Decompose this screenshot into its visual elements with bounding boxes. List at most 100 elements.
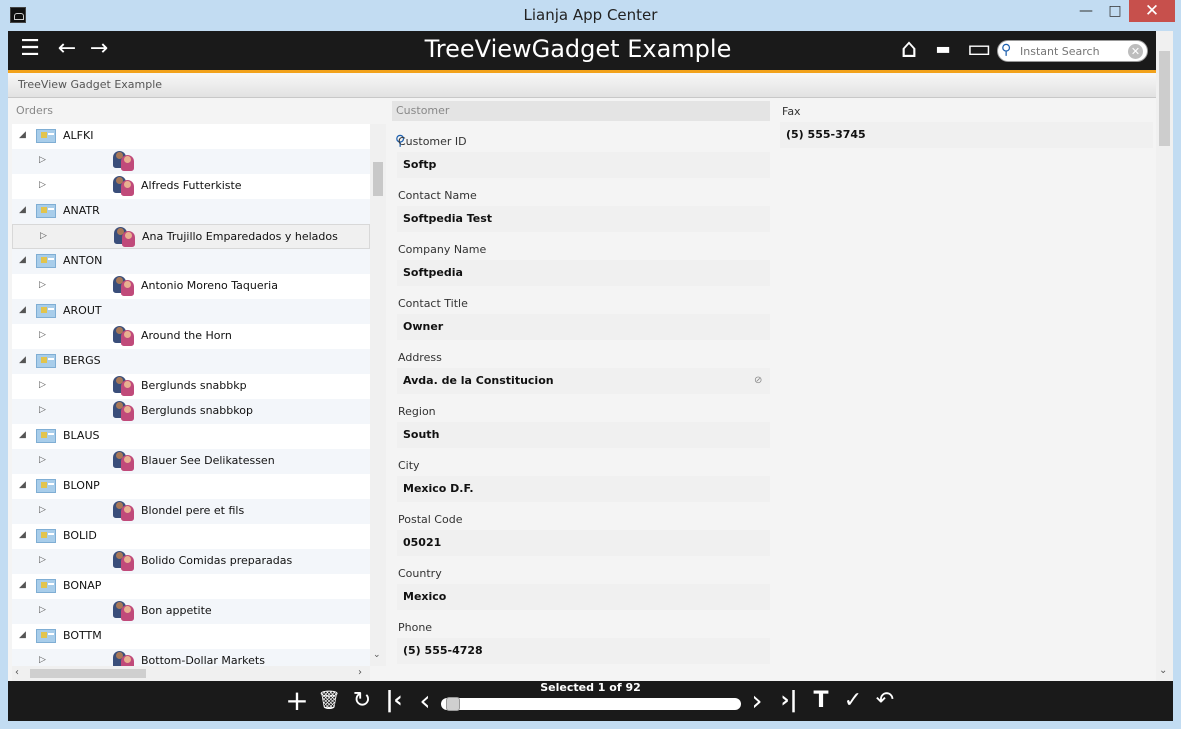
expand-arrow-icon[interactable]: ▷ (40, 231, 47, 241)
collapse-arrow-icon[interactable]: ◢ (19, 255, 26, 265)
field-value[interactable]: South (397, 422, 770, 448)
tree-child-row[interactable]: ▷ Bolido Comidas preparadas (12, 549, 370, 574)
tree-child-row[interactable]: ▷ Ana Trujillo Emparedados y helados (12, 224, 370, 249)
fax-value[interactable]: (5) 555-3745 (780, 122, 1153, 148)
collapse-arrow-icon[interactable]: ◢ (19, 130, 26, 140)
main-vertical-scrollbar[interactable]: ⌄ (1156, 31, 1173, 681)
collapse-arrow-icon[interactable]: ◢ (19, 430, 26, 440)
tree-hscroll-thumb[interactable] (30, 669, 146, 678)
add-icon[interactable]: + (283, 681, 311, 721)
first-record-icon[interactable]: |‹ (381, 681, 407, 721)
tree-horizontal-scrollbar[interactable]: ‹ › (12, 666, 370, 681)
collapse-arrow-icon[interactable]: ◢ (19, 355, 26, 365)
collapse-arrow-icon[interactable]: ◢ (19, 530, 26, 540)
tree-child-row[interactable]: ▷ (12, 149, 370, 174)
expand-arrow-icon[interactable]: ▷ (39, 555, 46, 565)
display-icon[interactable]: ▭ (964, 31, 994, 67)
tree-row-label: ANATR (63, 204, 100, 217)
tree-group-row[interactable]: ◢ ANTON (12, 249, 370, 274)
customer-card-icon (36, 479, 56, 493)
expand-arrow-icon[interactable]: ▷ (39, 280, 46, 290)
next-record-icon[interactable]: › (744, 681, 770, 721)
field-value[interactable]: (5) 555-4728 (397, 638, 770, 664)
maximize-button[interactable]: □ (1101, 0, 1129, 22)
tree-child-row[interactable]: ▷ Berglunds snabbkp (12, 374, 370, 399)
expand-arrow-icon[interactable]: ▷ (39, 180, 46, 190)
tree-child-row[interactable]: ▷ Bon appetite (12, 599, 370, 624)
tree-child-row[interactable]: ▷ Antonio Moreno Taqueria (12, 274, 370, 299)
tree-child-row[interactable]: ▷ Berglunds snabbkop (12, 399, 370, 424)
expand-arrow-icon[interactable]: ▷ (39, 605, 46, 615)
tree-group-row[interactable]: ◢ ANATR (12, 199, 370, 224)
collapse-arrow-icon[interactable]: ◢ (19, 205, 26, 215)
tree-group-row[interactable]: ◢ ALFKI (12, 124, 370, 149)
tree-group-row[interactable]: ◢ BONAP (12, 574, 370, 599)
minimize-button[interactable]: — (1071, 0, 1101, 22)
tree-group-row[interactable]: ◢ BOLID (12, 524, 370, 549)
field-value[interactable]: Mexico (397, 584, 770, 610)
field-value[interactable]: Softp (397, 152, 770, 178)
close-button[interactable]: ✕ (1129, 0, 1175, 22)
tree-row-label: ALFKI (63, 129, 94, 142)
collapse-arrow-icon[interactable]: ◢ (19, 580, 26, 590)
map-icon[interactable]: ⊘ (754, 375, 762, 386)
scroll-left-icon[interactable]: ‹ (15, 667, 19, 678)
last-record-icon[interactable]: ›| (776, 681, 802, 721)
collapse-arrow-icon[interactable]: ◢ (19, 480, 26, 490)
field-value[interactable]: Avda. de la Constitucion (397, 368, 770, 394)
expand-arrow-icon[interactable]: ▷ (39, 405, 46, 415)
main-scroll-down-icon[interactable]: ⌄ (1159, 665, 1167, 676)
notes-icon[interactable]: ▬ (929, 31, 957, 67)
home-icon[interactable]: ⌂ (895, 31, 923, 67)
previous-record-icon[interactable]: ‹ (412, 681, 438, 721)
record-position-slider[interactable] (441, 698, 741, 710)
tree-child-row[interactable]: ▷ Blauer See Delikatessen (12, 449, 370, 474)
tree-group-row[interactable]: ◢ BLAUS (12, 424, 370, 449)
tree-child-row[interactable]: ▷ Bottom-Dollar Markets (12, 649, 370, 666)
forward-arrow-icon[interactable]: → (84, 31, 114, 67)
field-label: Contact Name (398, 189, 477, 202)
tree-child-row[interactable]: ▷ Blondel pere et fils (12, 499, 370, 524)
field-value[interactable]: Owner (397, 314, 770, 340)
customer-card-icon (36, 129, 56, 143)
collapse-arrow-icon[interactable]: ◢ (19, 630, 26, 640)
tree-group-row[interactable]: ◢ BOTTM (12, 624, 370, 649)
filter-icon[interactable]: T (808, 681, 834, 721)
contacts-icon (113, 601, 135, 621)
menu-icon[interactable]: ☰ (14, 31, 46, 67)
tree-child-row[interactable]: ▷ Around the Horn (12, 324, 370, 349)
expand-arrow-icon[interactable]: ▷ (39, 155, 46, 165)
back-arrow-icon[interactable]: ← (52, 31, 82, 67)
search-input[interactable] (1020, 43, 1124, 59)
clear-search-icon[interactable]: ✕ (1128, 44, 1143, 59)
field-value[interactable]: 05021 (397, 530, 770, 556)
save-check-icon[interactable]: ✓ (840, 681, 866, 721)
field-value[interactable]: Softpedia (397, 260, 770, 286)
tree-vscroll-thumb[interactable] (373, 162, 383, 196)
instant-search[interactable]: ⚲ ✕ (997, 40, 1148, 62)
refresh-icon[interactable]: ↻ (348, 681, 376, 721)
main-vscroll-thumb[interactable] (1159, 51, 1170, 146)
collapse-arrow-icon[interactable]: ◢ (19, 305, 26, 315)
scroll-right-icon[interactable]: › (358, 667, 362, 678)
expand-arrow-icon[interactable]: ▷ (39, 330, 46, 340)
expand-arrow-icon[interactable]: ▷ (39, 455, 46, 465)
tree-group-row[interactable]: ◢ BERGS (12, 349, 370, 374)
contacts-icon (113, 151, 135, 171)
scroll-down-icon[interactable]: ⌄ (373, 650, 381, 660)
field-value[interactable]: Mexico D.F. (397, 476, 770, 502)
expand-arrow-icon[interactable]: ▷ (39, 380, 46, 390)
record-slider-thumb[interactable] (445, 697, 460, 711)
tree-group-row[interactable]: ◢ BLONP (12, 474, 370, 499)
undo-icon[interactable]: ↶ (872, 681, 898, 721)
tree-child-row[interactable]: ▷ Alfreds Futterkiste (12, 174, 370, 199)
orders-tree[interactable]: ◢ ALFKI ▷ ▷ Alfreds Futterkiste ◢ ANATR ▷ Ana Tr… (12, 124, 370, 666)
expand-arrow-icon[interactable]: ▷ (39, 655, 46, 665)
tree-row-label: BERGS (63, 354, 101, 367)
delete-icon[interactable]: 🗑 (316, 681, 342, 721)
tree-vertical-scrollbar[interactable]: ⌄ (370, 124, 386, 666)
expand-arrow-icon[interactable]: ▷ (39, 505, 46, 515)
customer-card-icon (36, 354, 56, 368)
tree-group-row[interactable]: ◢ AROUT (12, 299, 370, 324)
field-value[interactable]: Softpedia Test (397, 206, 770, 232)
